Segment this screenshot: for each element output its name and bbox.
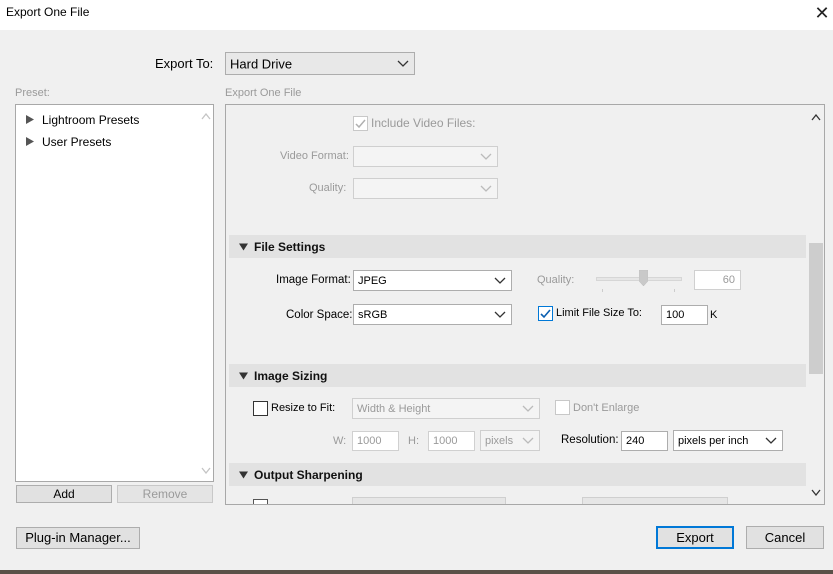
- file-settings-header[interactable]: File Settings: [229, 235, 806, 258]
- collapse-triangle-icon: [239, 471, 248, 478]
- width-label: W:: [333, 435, 347, 447]
- size-units-value: pixels: [485, 434, 514, 447]
- resize-to-fit-checkbox[interactable]: [253, 401, 268, 416]
- settings-panel: Include Video Files: Video Format: Quali…: [225, 104, 825, 505]
- slider-tick: [602, 289, 603, 292]
- limit-file-size-label: Limit File Size To:: [556, 307, 642, 319]
- cancel-button[interactable]: Cancel: [746, 526, 824, 549]
- amount-select-partial[interactable]: [582, 497, 728, 504]
- height-label: H:: [408, 435, 419, 447]
- chevron-down-icon: [480, 185, 492, 192]
- collapse-triangle-icon: [239, 243, 248, 250]
- scroll-down-icon[interactable]: [201, 467, 211, 474]
- resize-to-fit-label: Resize to Fit:: [271, 402, 336, 414]
- video-format-select[interactable]: [353, 146, 498, 167]
- image-format-label: Image Format:: [276, 274, 351, 286]
- chevron-down-icon: [522, 437, 534, 444]
- video-format-label: Video Format:: [280, 150, 349, 162]
- checkmark-icon: [355, 119, 366, 129]
- image-format-value: JPEG: [358, 274, 387, 287]
- resolution-label: Resolution:: [561, 434, 619, 446]
- color-space-value: sRGB: [358, 308, 388, 321]
- breadcrumb: Export One File: [225, 87, 302, 99]
- chevron-down-icon: [494, 277, 506, 284]
- output-sharpening-title: Output Sharpening: [254, 467, 363, 482]
- scroll-up-icon[interactable]: [201, 113, 211, 120]
- resize-mode-value: Width & Height: [357, 402, 431, 415]
- preset-item-label: User Presets: [42, 135, 112, 149]
- video-quality-label: Quality:: [309, 182, 347, 194]
- add-preset-button[interactable]: Add: [16, 485, 112, 503]
- window-title: Export One File: [6, 5, 90, 19]
- export-to-value: Hard Drive: [230, 56, 293, 71]
- size-units-select[interactable]: pixels: [480, 430, 540, 451]
- height-value: 1000: [433, 435, 458, 447]
- image-sizing-header[interactable]: Image Sizing: [229, 364, 806, 387]
- image-sizing-title: Image Sizing: [254, 368, 328, 383]
- preset-item-label: Lightroom Presets: [42, 113, 140, 127]
- disclosure-triangle-icon: [26, 115, 34, 124]
- resolution-value: 240: [626, 435, 645, 447]
- chevron-down-icon: [494, 311, 506, 318]
- resolution-units-select[interactable]: pixels per inch: [673, 430, 783, 451]
- dont-enlarge-label: Don't Enlarge: [573, 402, 640, 414]
- sharpen-select-partial[interactable]: [352, 497, 506, 504]
- export-to-select[interactable]: Hard Drive: [225, 52, 415, 75]
- export-to-label: Export To:: [155, 56, 214, 71]
- limit-file-size-input[interactable]: 100: [661, 305, 708, 325]
- resize-mode-select[interactable]: Width & Height: [352, 398, 540, 419]
- color-space-select[interactable]: sRGB: [353, 304, 512, 325]
- chevron-down-icon: [480, 153, 492, 160]
- quality-slider[interactable]: [596, 270, 682, 292]
- output-sharpening-header[interactable]: Output Sharpening: [229, 463, 806, 486]
- width-input[interactable]: 1000: [352, 431, 399, 451]
- close-icon[interactable]: ✕: [812, 3, 832, 24]
- scroll-up-icon[interactable]: [811, 114, 821, 121]
- resolution-units-value: pixels per inch: [678, 434, 749, 447]
- dont-enlarge-checkbox[interactable]: [555, 400, 570, 415]
- plugin-manager-button[interactable]: Plug-in Manager...: [16, 527, 140, 549]
- sharpen-checkbox-partial[interactable]: [253, 499, 268, 504]
- background-strip: [0, 570, 833, 574]
- quality-label: Quality:: [537, 274, 575, 286]
- chevron-down-icon: [765, 437, 777, 444]
- scroll-down-icon[interactable]: [811, 489, 821, 496]
- resolution-input[interactable]: 240: [621, 431, 668, 451]
- preset-list: Lightroom Presets User Presets: [15, 104, 214, 482]
- remove-preset-button[interactable]: Remove: [117, 485, 213, 503]
- title-bar: [0, 0, 833, 30]
- checkmark-icon: [540, 309, 551, 319]
- include-video-label: Include Video Files:: [371, 116, 476, 130]
- limit-file-size-value: 100: [666, 309, 685, 321]
- quality-input[interactable]: 60: [694, 270, 741, 290]
- collapse-triangle-icon: [239, 372, 248, 379]
- chevron-down-icon: [522, 405, 534, 412]
- disclosure-triangle-icon: [26, 137, 34, 146]
- preset-label: Preset:: [15, 87, 50, 99]
- file-settings-title: File Settings: [254, 239, 326, 254]
- settings-scrollbar[interactable]: [807, 105, 824, 504]
- color-space-label: Color Space:: [286, 309, 353, 321]
- export-button[interactable]: Export: [656, 526, 734, 549]
- limit-file-size-checkbox[interactable]: [538, 306, 553, 321]
- chevron-down-icon: [397, 60, 409, 67]
- scrollbar-thumb[interactable]: [809, 243, 823, 374]
- quality-value: 60: [722, 274, 735, 286]
- include-video-checkbox[interactable]: [353, 116, 368, 131]
- image-format-select[interactable]: JPEG: [353, 270, 512, 291]
- slider-tick: [674, 289, 675, 292]
- height-input[interactable]: 1000: [428, 431, 475, 451]
- limit-unit-label: K: [710, 309, 718, 321]
- video-quality-select[interactable]: [353, 178, 498, 199]
- quality-slider-thumb[interactable]: [639, 270, 648, 286]
- width-value: 1000: [357, 435, 382, 447]
